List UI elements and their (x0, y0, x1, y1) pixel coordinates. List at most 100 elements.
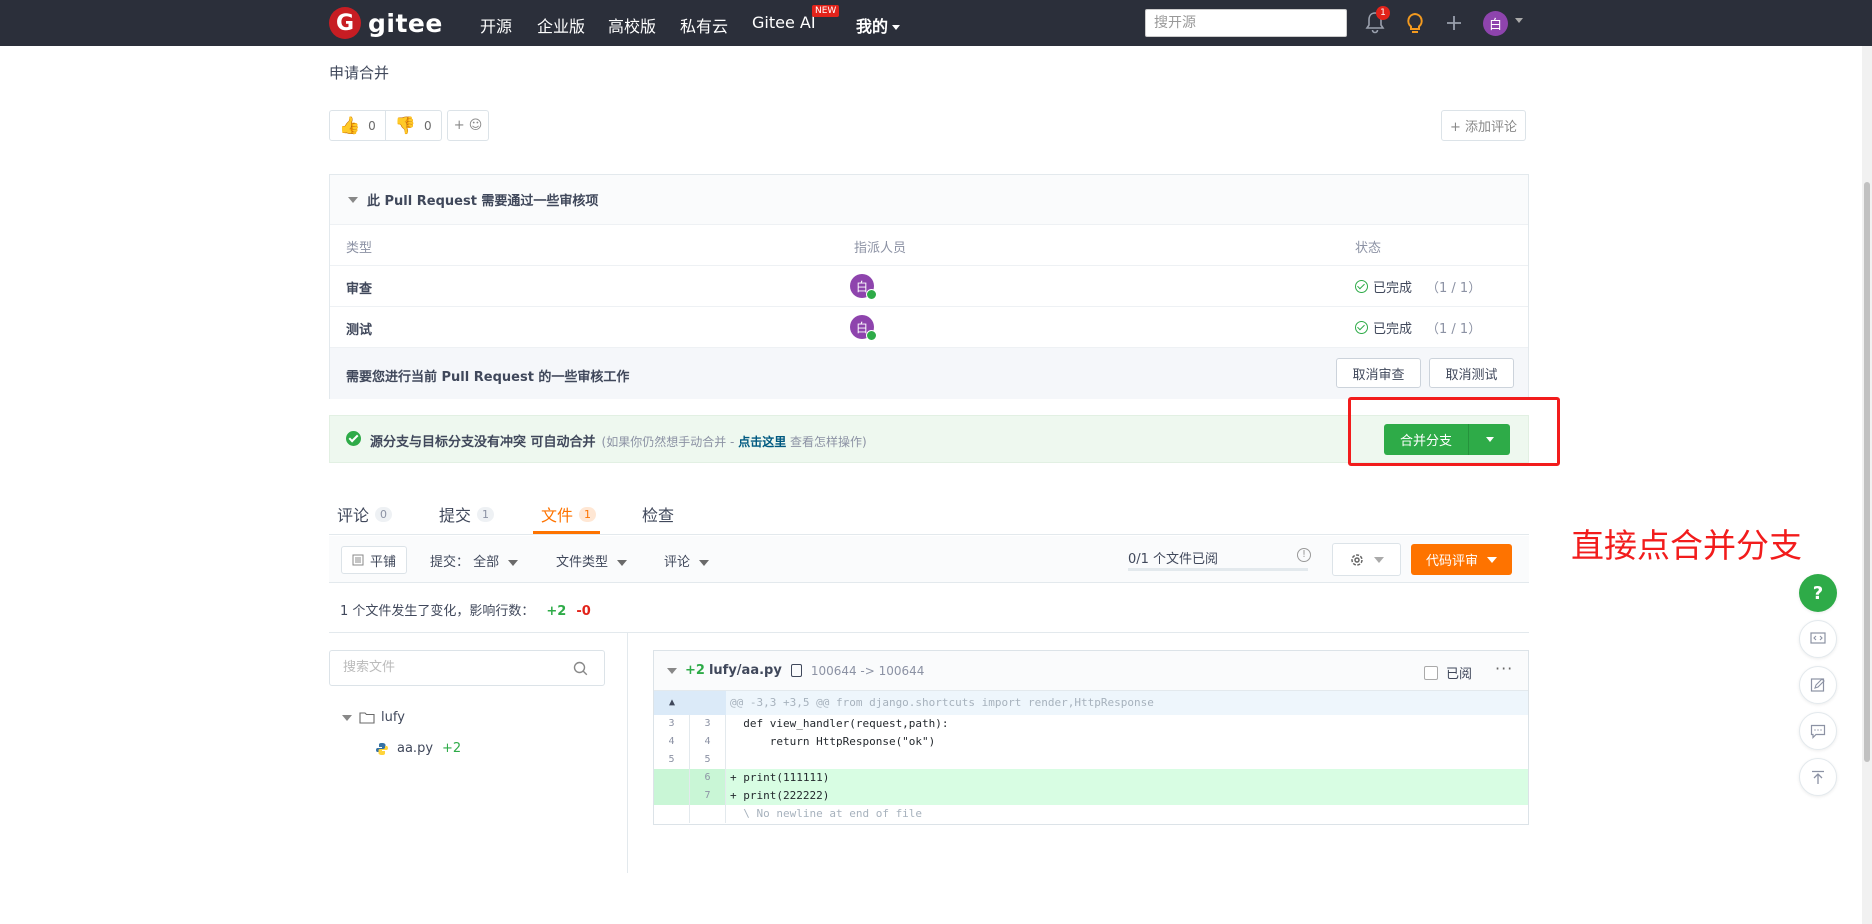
change-summary: 1 个文件发生了变化，影响行数： +2 -0 (340, 600, 591, 619)
search-icon[interactable] (573, 661, 588, 676)
tree-folder[interactable]: lufy (342, 710, 405, 725)
old-line-number-blank (654, 769, 690, 787)
top-search-input[interactable]: 搜开源 (1145, 9, 1347, 37)
add-emoji-button[interactable]: + ☺ (447, 110, 489, 141)
bulb-icon[interactable] (1404, 11, 1426, 35)
page-title: 申请合并 (329, 64, 390, 82)
nav-item-gitee-ai[interactable]: Gitee AI (752, 13, 816, 32)
viewed-checkbox[interactable]: 已阅 (1424, 663, 1472, 682)
assignee-avatar[interactable]: 白 (850, 274, 877, 300)
review-footer-text: 需要您进行当前 Pull Request 的一些审核工作 (346, 370, 630, 385)
gitee-logo-icon: G (329, 7, 361, 39)
logo-text: gitee (368, 8, 443, 38)
comment-filter-label: 评论 (664, 555, 691, 570)
thumbs-down-reaction[interactable]: 👎 0 (384, 111, 441, 140)
tab-label: 文件 (541, 506, 574, 525)
tab-commits[interactable]: 提交 1 (439, 499, 495, 529)
message-button[interactable] (1799, 712, 1837, 750)
file-search-input[interactable]: 搜索文件 (329, 650, 605, 686)
status-text: 已完成 (1373, 281, 1413, 296)
manual-merge-link[interactable]: 点击这里 (738, 435, 786, 449)
flat-view-button[interactable]: 平铺 (341, 546, 408, 574)
review-type: 审查 (346, 282, 373, 297)
check-circle-icon (1355, 321, 1368, 334)
new-line-number: 4 (690, 733, 726, 751)
caret-down-icon (617, 559, 628, 566)
line-number-blank (654, 805, 690, 823)
files-toolbar: 平铺 提交： 全部 文件类型 评论 0/1 个文件已阅 ! 代码评审 (329, 536, 1529, 583)
merge-hint-suffix: 查看怎样操作) (786, 435, 867, 449)
caret-down-icon (699, 559, 710, 566)
code-line: def view_handler(request,path): (730, 717, 949, 730)
info-icon[interactable]: ! (1297, 548, 1311, 562)
success-check-icon (346, 431, 361, 446)
scrollbar-thumb[interactable] (1864, 182, 1870, 762)
nav-item-mine-label: 我的 (856, 17, 889, 36)
nav-item-enterprise[interactable]: 企业版 (537, 13, 585, 37)
diff-line: 5 5 (654, 751, 1528, 769)
code-review-button[interactable]: 代码评审 (1411, 544, 1512, 575)
assignee-avatar[interactable]: 白 (850, 315, 877, 341)
nav-item-private-cloud[interactable]: 私有云 (680, 13, 728, 37)
tab-files[interactable]: 文件 1 (541, 499, 597, 529)
tab-count: 1 (477, 506, 495, 522)
more-options-icon[interactable]: ··· (1495, 659, 1513, 678)
help-icon: ? (1812, 582, 1824, 604)
nav-item-education[interactable]: 高校版 (608, 13, 656, 37)
summary-text: 1 个文件发生了变化，影响行数： (340, 604, 535, 619)
checkbox-box[interactable] (1424, 665, 1438, 680)
help-button[interactable]: ? (1799, 574, 1837, 612)
page-scrollbar[interactable] (1862, 46, 1872, 924)
tab-count: 0 (375, 506, 393, 522)
tab-label: 提交 (439, 506, 472, 525)
tree-file[interactable]: aa.py +2 (375, 741, 461, 756)
plus-icon[interactable] (1443, 11, 1465, 35)
tab-label: 检查 (642, 506, 675, 525)
thumbs-up-reaction[interactable]: 👍 0 (330, 111, 385, 140)
tab-checks[interactable]: 检查 (642, 499, 674, 529)
collapse-triangle-icon[interactable] (667, 667, 677, 674)
tab-count: 1 (579, 506, 597, 522)
review-panel-heading: 此 Pull Request 需要通过一些审核项 (367, 194, 599, 209)
line-number-blank (690, 691, 726, 715)
gitee-logo[interactable]: G gitee (329, 7, 443, 39)
column-type: 类型 (346, 241, 373, 256)
tab-label: 评论 (337, 506, 370, 525)
add-comment-button[interactable]: + 添加评论 (1441, 110, 1526, 141)
comment-filter-dropdown[interactable]: 评论 (664, 551, 710, 570)
old-line-number: 3 (654, 715, 690, 733)
list-icon (352, 554, 364, 566)
new-line-number: 5 (690, 751, 726, 769)
notification-badge: 1 (1376, 6, 1390, 20)
diff-settings-button[interactable] (1332, 543, 1401, 576)
diff-added-line: 7 + print(222222) (654, 787, 1528, 805)
tab-comments[interactable]: 评论 0 (337, 499, 393, 529)
status-count: （1 / 1） (1426, 281, 1482, 296)
expand-up-icon[interactable]: ▲ (654, 691, 690, 715)
commit-filter-dropdown[interactable]: 提交： 全部 (430, 551, 519, 570)
flat-view-label: 平铺 (370, 554, 397, 570)
diff-body: ▲ @@ -3,3 +3,5 @@ from django.shortcuts … (654, 691, 1528, 823)
code-line: + print(222222) (730, 789, 830, 802)
feedback-button[interactable] (1799, 666, 1837, 704)
old-line-number-blank (654, 787, 690, 805)
gear-icon (1351, 553, 1363, 566)
review-panel-header[interactable]: 此 Pull Request 需要通过一些审核项 (330, 175, 1528, 225)
new-line-number: 7 (690, 787, 726, 805)
copy-icon[interactable] (790, 664, 802, 677)
nav-item-open-source[interactable]: 开源 (480, 13, 512, 37)
file-type-filter-dropdown[interactable]: 文件类型 (556, 551, 628, 570)
code-snippet-button[interactable] (1799, 620, 1837, 658)
top-navbar: G gitee 开源 企业版 高校版 私有云 Gitee AI NEW 我的 搜… (0, 0, 1872, 46)
nav-item-mine[interactable]: 我的 (856, 13, 901, 37)
user-avatar[interactable]: 白 (1483, 11, 1508, 36)
cancel-review-button[interactable]: 取消审查 (1336, 358, 1421, 388)
chevron-down-icon (892, 25, 901, 30)
diff-file-path[interactable]: lufy/aa.py (709, 663, 782, 678)
thumbs-up-icon: 👍 (339, 115, 361, 136)
merge-status: 源分支与目标分支没有冲突 可自动合并 (如果你仍然想手动合并 - 点击这里 查看怎… (370, 431, 867, 450)
back-to-top-button[interactable] (1799, 758, 1837, 796)
avatar-chevron-down-icon[interactable] (1515, 18, 1523, 23)
cancel-test-button[interactable]: 取消测试 (1429, 358, 1514, 388)
new-line-number: 6 (690, 769, 726, 787)
